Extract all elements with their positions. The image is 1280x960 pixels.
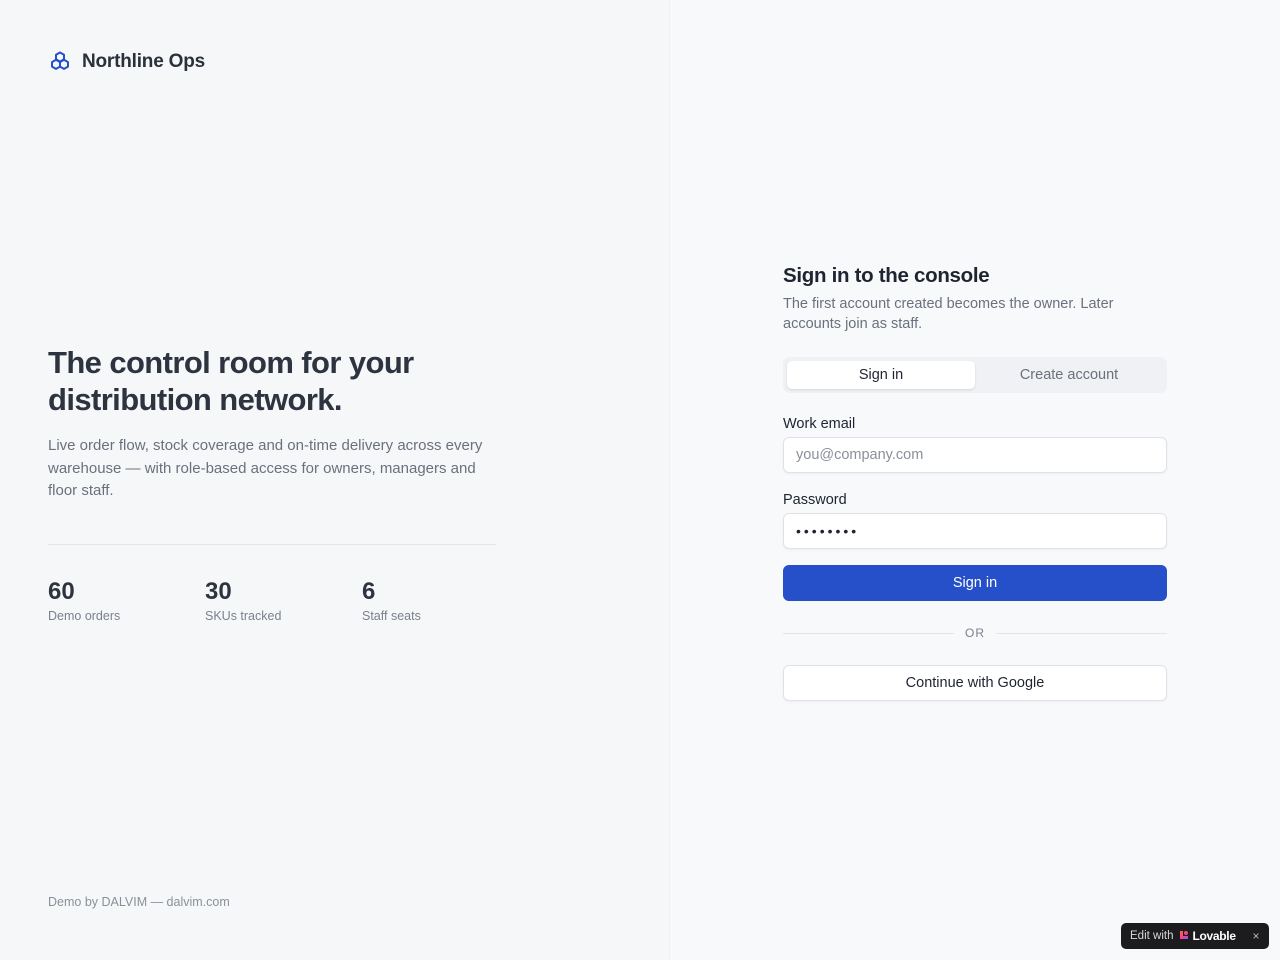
marketing-panel: Northline Ops The control room for your … — [0, 0, 670, 960]
stats-row: 60 Demo orders 30 SKUs tracked 6 Staff s… — [48, 578, 496, 624]
brand-name: Northline Ops — [82, 51, 206, 72]
divider-line — [996, 632, 1167, 634]
badge-prefix: Edit with — [1130, 930, 1174, 942]
stat-label: Staff seats — [362, 608, 421, 623]
auth-title: Sign in to the console — [783, 264, 990, 287]
cubes-icon — [48, 50, 72, 74]
sign-in-button[interactable]: Sign in — [783, 565, 1167, 601]
hero-description: Live order flow, stock coverage and on-t… — [48, 437, 483, 499]
stat-value: 60 — [48, 577, 75, 605]
auth-form: Sign in to the console The first account… — [783, 262, 1167, 701]
hero-title: The control room for your distribution n… — [48, 345, 414, 417]
lovable-heart-icon — [1179, 930, 1189, 943]
stat-staff-seats: 6 Staff seats — [362, 578, 496, 624]
lovable-logo: Lovable — [1179, 929, 1236, 943]
close-icon[interactable]: × — [1243, 923, 1269, 949]
tab-create-account[interactable]: Create account — [975, 361, 1163, 389]
stat-value: 30 — [205, 577, 232, 605]
brand-logo[interactable]: Northline Ops — [48, 48, 205, 76]
lovable-wordmark: Lovable — [1192, 929, 1236, 943]
email-label: Work email — [783, 416, 856, 432]
divider-line — [783, 632, 954, 634]
auth-panel: Sign in to the console The first account… — [670, 0, 1280, 960]
stat-demo-orders: 60 Demo orders — [48, 578, 205, 624]
google-sign-in-button[interactable]: Continue with Google — [783, 665, 1167, 701]
password-label: Password — [783, 492, 847, 508]
stat-label: SKUs tracked — [205, 608, 282, 623]
tab-sign-in[interactable]: Sign in — [787, 361, 975, 389]
or-divider: OR — [783, 625, 1167, 641]
auth-subtitle: The first account created becomes the ow… — [783, 296, 1114, 332]
stat-label: Demo orders — [48, 608, 121, 623]
auth-tabs: Sign in Create account — [783, 357, 1167, 393]
stat-skus-tracked: 30 SKUs tracked — [205, 578, 362, 624]
divider — [48, 543, 496, 545]
stat-value: 6 — [362, 577, 376, 605]
footer-credit: Demo by DALVIM — dalvim.com — [48, 895, 230, 909]
password-field[interactable] — [783, 513, 1167, 549]
email-field[interactable] — [783, 437, 1167, 473]
or-text: OR — [965, 626, 985, 640]
login-page: Northline Ops The control room for your … — [0, 0, 1280, 960]
edit-with-lovable-badge[interactable]: Edit with Lovable × — [1121, 923, 1269, 949]
hero-section: The control room for your distribution n… — [48, 344, 496, 624]
